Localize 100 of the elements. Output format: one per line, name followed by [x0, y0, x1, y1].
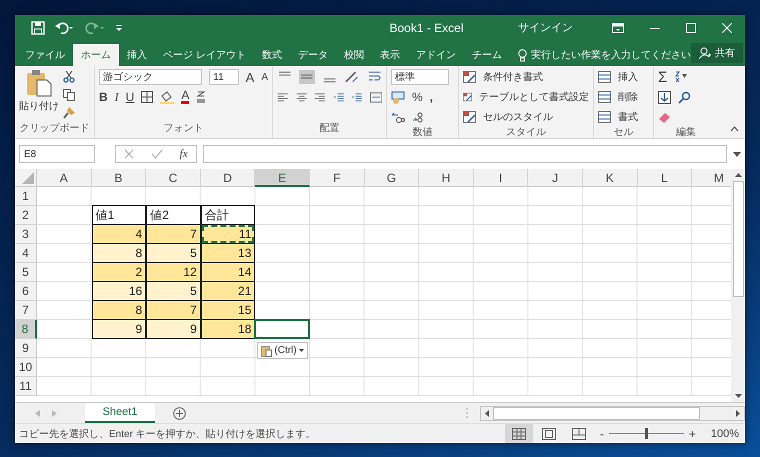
undo-icon[interactable] [55, 20, 75, 34]
font-name-box[interactable]: 游ゴシック [99, 69, 202, 85]
row-header[interactable]: 5 [15, 263, 37, 282]
align-icon[interactable] [296, 91, 308, 103]
ribbon-tab[interactable]: 表示 [372, 44, 408, 66]
percent-button[interactable]: % [412, 90, 423, 104]
align-icon[interactable] [351, 91, 363, 103]
add-sheet-icon[interactable] [173, 406, 186, 420]
eraser-icon[interactable] [658, 112, 671, 122]
column-header[interactable]: I [474, 169, 528, 187]
fill-down-icon[interactable] [658, 90, 671, 104]
format-painter-icon[interactable] [63, 107, 75, 119]
styles-menu-button[interactable]: 条件付き書式 [483, 70, 543, 84]
borders-icon[interactable] [141, 91, 154, 103]
column-header[interactable]: D [200, 169, 256, 187]
font-size-box[interactable]: 11 [209, 69, 239, 85]
column-header[interactable]: H [419, 169, 474, 187]
active-cell[interactable] [254, 319, 310, 339]
zoom-in-button[interactable]: + [688, 426, 696, 440]
scroll-right-icon[interactable] [736, 410, 740, 416]
ribbon-tab[interactable]: 挿入 [119, 44, 155, 66]
row-header[interactable]: 10 [15, 358, 37, 377]
ribbon-tab[interactable]: ファイル [15, 44, 73, 66]
align-icon[interactable] [277, 91, 289, 103]
zoom-level[interactable]: 100% [710, 428, 739, 440]
italic-button[interactable]: I [114, 90, 119, 104]
grow-font-button[interactable]: A [246, 70, 254, 84]
column-header[interactable]: J [528, 169, 583, 187]
cells-menu-button[interactable]: 削除 [618, 90, 638, 104]
scroll-thumb[interactable] [493, 406, 700, 420]
share-button[interactable]: 共有 [690, 43, 743, 63]
row-header[interactable]: 3 [15, 225, 37, 244]
search-icon[interactable] [678, 90, 691, 104]
number-format-box[interactable]: 標準 [391, 69, 449, 85]
ribbon-tab[interactable]: 校閲 [336, 44, 372, 66]
column-header[interactable]: L [638, 169, 692, 187]
sheet-tab[interactable]: Sheet1 [85, 402, 155, 422]
scroll-thumb[interactable] [732, 181, 744, 297]
shrink-font-button[interactable]: A [261, 72, 268, 82]
column-header[interactable]: F [310, 169, 365, 187]
name-box[interactable]: E8 [19, 145, 95, 163]
ribbon-tab[interactable]: 数式 [254, 44, 290, 66]
vertical-scrollbar[interactable] [731, 169, 745, 402]
increase-decimal-icon[interactable] [391, 112, 405, 122]
bold-button[interactable]: B [99, 90, 108, 104]
ribbon-tab[interactable]: チーム [464, 44, 510, 66]
ribbon-tab[interactable]: アドイン [408, 44, 464, 66]
row-header[interactable]: 11 [15, 377, 37, 396]
currency-icon[interactable] [391, 90, 405, 104]
row-header[interactable]: 7 [15, 301, 37, 320]
formula-input[interactable] [203, 145, 727, 163]
insert-function-button[interactable]: fx [180, 148, 188, 160]
zoom-slider-thumb[interactable] [645, 428, 648, 439]
row-header[interactable]: 8 [15, 320, 37, 339]
row-header[interactable]: 9 [15, 339, 37, 358]
row-header[interactable]: 2 [15, 206, 37, 225]
ribbon-display-icon[interactable] [612, 22, 624, 32]
column-header[interactable]: M [692, 169, 731, 187]
paste-options-button[interactable]: (Ctrl) [257, 342, 308, 359]
autosum-button[interactable]: Σ [658, 68, 668, 86]
copy-icon[interactable] [63, 89, 75, 101]
column-header[interactable]: B [92, 169, 146, 187]
row-header[interactable]: 4 [15, 244, 37, 263]
clipboard-icon[interactable] [26, 69, 52, 97]
styles-menu-button[interactable]: テーブルとして書式設定 [479, 90, 589, 104]
sign-in-link[interactable]: サインイン [512, 19, 579, 36]
scissors-icon[interactable] [63, 71, 75, 83]
paste-button[interactable]: 貼り付け [19, 99, 59, 113]
fill-color-icon[interactable] [160, 90, 174, 104]
align-icon[interactable] [314, 91, 326, 103]
customize-icon[interactable] [115, 22, 123, 32]
column-header[interactable]: K [582, 169, 638, 187]
close-icon[interactable] [722, 22, 732, 32]
scroll-up-icon[interactable] [734, 173, 742, 177]
font-color-button[interactable]: A [181, 90, 190, 104]
comma-button[interactable]: , [430, 90, 434, 104]
ribbon-tab[interactable]: ページ レイアウト [155, 44, 254, 66]
row-header[interactable]: 6 [15, 282, 37, 301]
column-header[interactable]: C [146, 169, 201, 187]
ribbon-tab[interactable]: データ [290, 44, 336, 66]
align-icon[interactable] [332, 91, 344, 103]
zoom-out-button[interactable]: - [600, 426, 604, 440]
normal-view-button[interactable] [504, 424, 533, 443]
cells-menu-button[interactable]: 挿入 [618, 70, 638, 84]
tell-me-field[interactable]: 実行したい作業を入力してください [530, 48, 691, 62]
cells-menu-button[interactable]: 書式 [618, 110, 638, 124]
merge-cells-icon[interactable] [370, 90, 382, 104]
column-header[interactable]: E [255, 169, 310, 187]
underline-button[interactable]: U [126, 90, 134, 104]
collapse-ribbon-icon[interactable] [730, 126, 739, 132]
scroll-left-icon[interactable] [485, 410, 489, 416]
maximize-icon[interactable] [686, 22, 696, 32]
column-header[interactable]: G [364, 169, 420, 187]
sort-icon[interactable] [674, 71, 688, 83]
orientation-icon[interactable] [344, 70, 360, 84]
horizontal-scrollbar[interactable] [480, 406, 745, 420]
scroll-down-icon[interactable] [734, 394, 742, 398]
check-icon[interactable] [151, 149, 163, 159]
vertical-align-icon[interactable] [299, 70, 315, 84]
column-header[interactable]: A [37, 169, 92, 187]
